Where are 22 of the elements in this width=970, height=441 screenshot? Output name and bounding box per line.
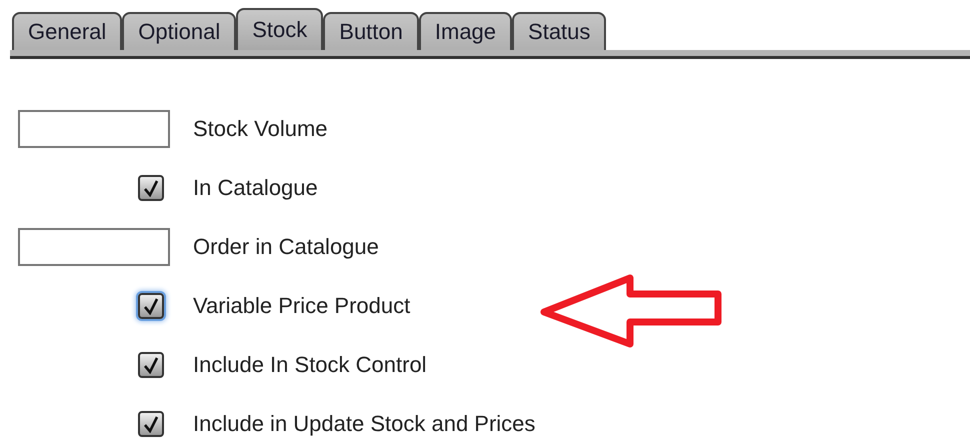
checkmark-icon bbox=[143, 296, 159, 314]
tab[interactable]: Optional bbox=[122, 12, 236, 50]
field-label: Variable Price Product bbox=[193, 292, 410, 318]
tab[interactable]: General bbox=[12, 12, 122, 50]
checkmark-icon bbox=[143, 178, 159, 196]
checkmark-icon bbox=[143, 356, 159, 374]
checkbox[interactable] bbox=[138, 410, 164, 436]
tab[interactable]: Status bbox=[512, 12, 606, 50]
field-label: Stock Volume bbox=[193, 116, 328, 142]
field-label: Order in Catalogue bbox=[193, 234, 379, 260]
checkmark-icon bbox=[143, 414, 159, 432]
tab[interactable]: Button bbox=[323, 12, 419, 50]
checkbox[interactable] bbox=[138, 292, 164, 318]
tab[interactable]: Image bbox=[418, 12, 512, 50]
field-label: Include In Stock Control bbox=[193, 352, 427, 378]
checkbox[interactable] bbox=[138, 352, 164, 378]
checkbox[interactable] bbox=[138, 174, 164, 200]
field-label: Include in Update Stock and Prices bbox=[193, 410, 536, 436]
input-field[interactable] bbox=[18, 110, 170, 148]
tab[interactable]: Stock bbox=[236, 8, 324, 50]
field-label: In Catalogue bbox=[193, 174, 318, 200]
input-field[interactable] bbox=[18, 228, 170, 266]
